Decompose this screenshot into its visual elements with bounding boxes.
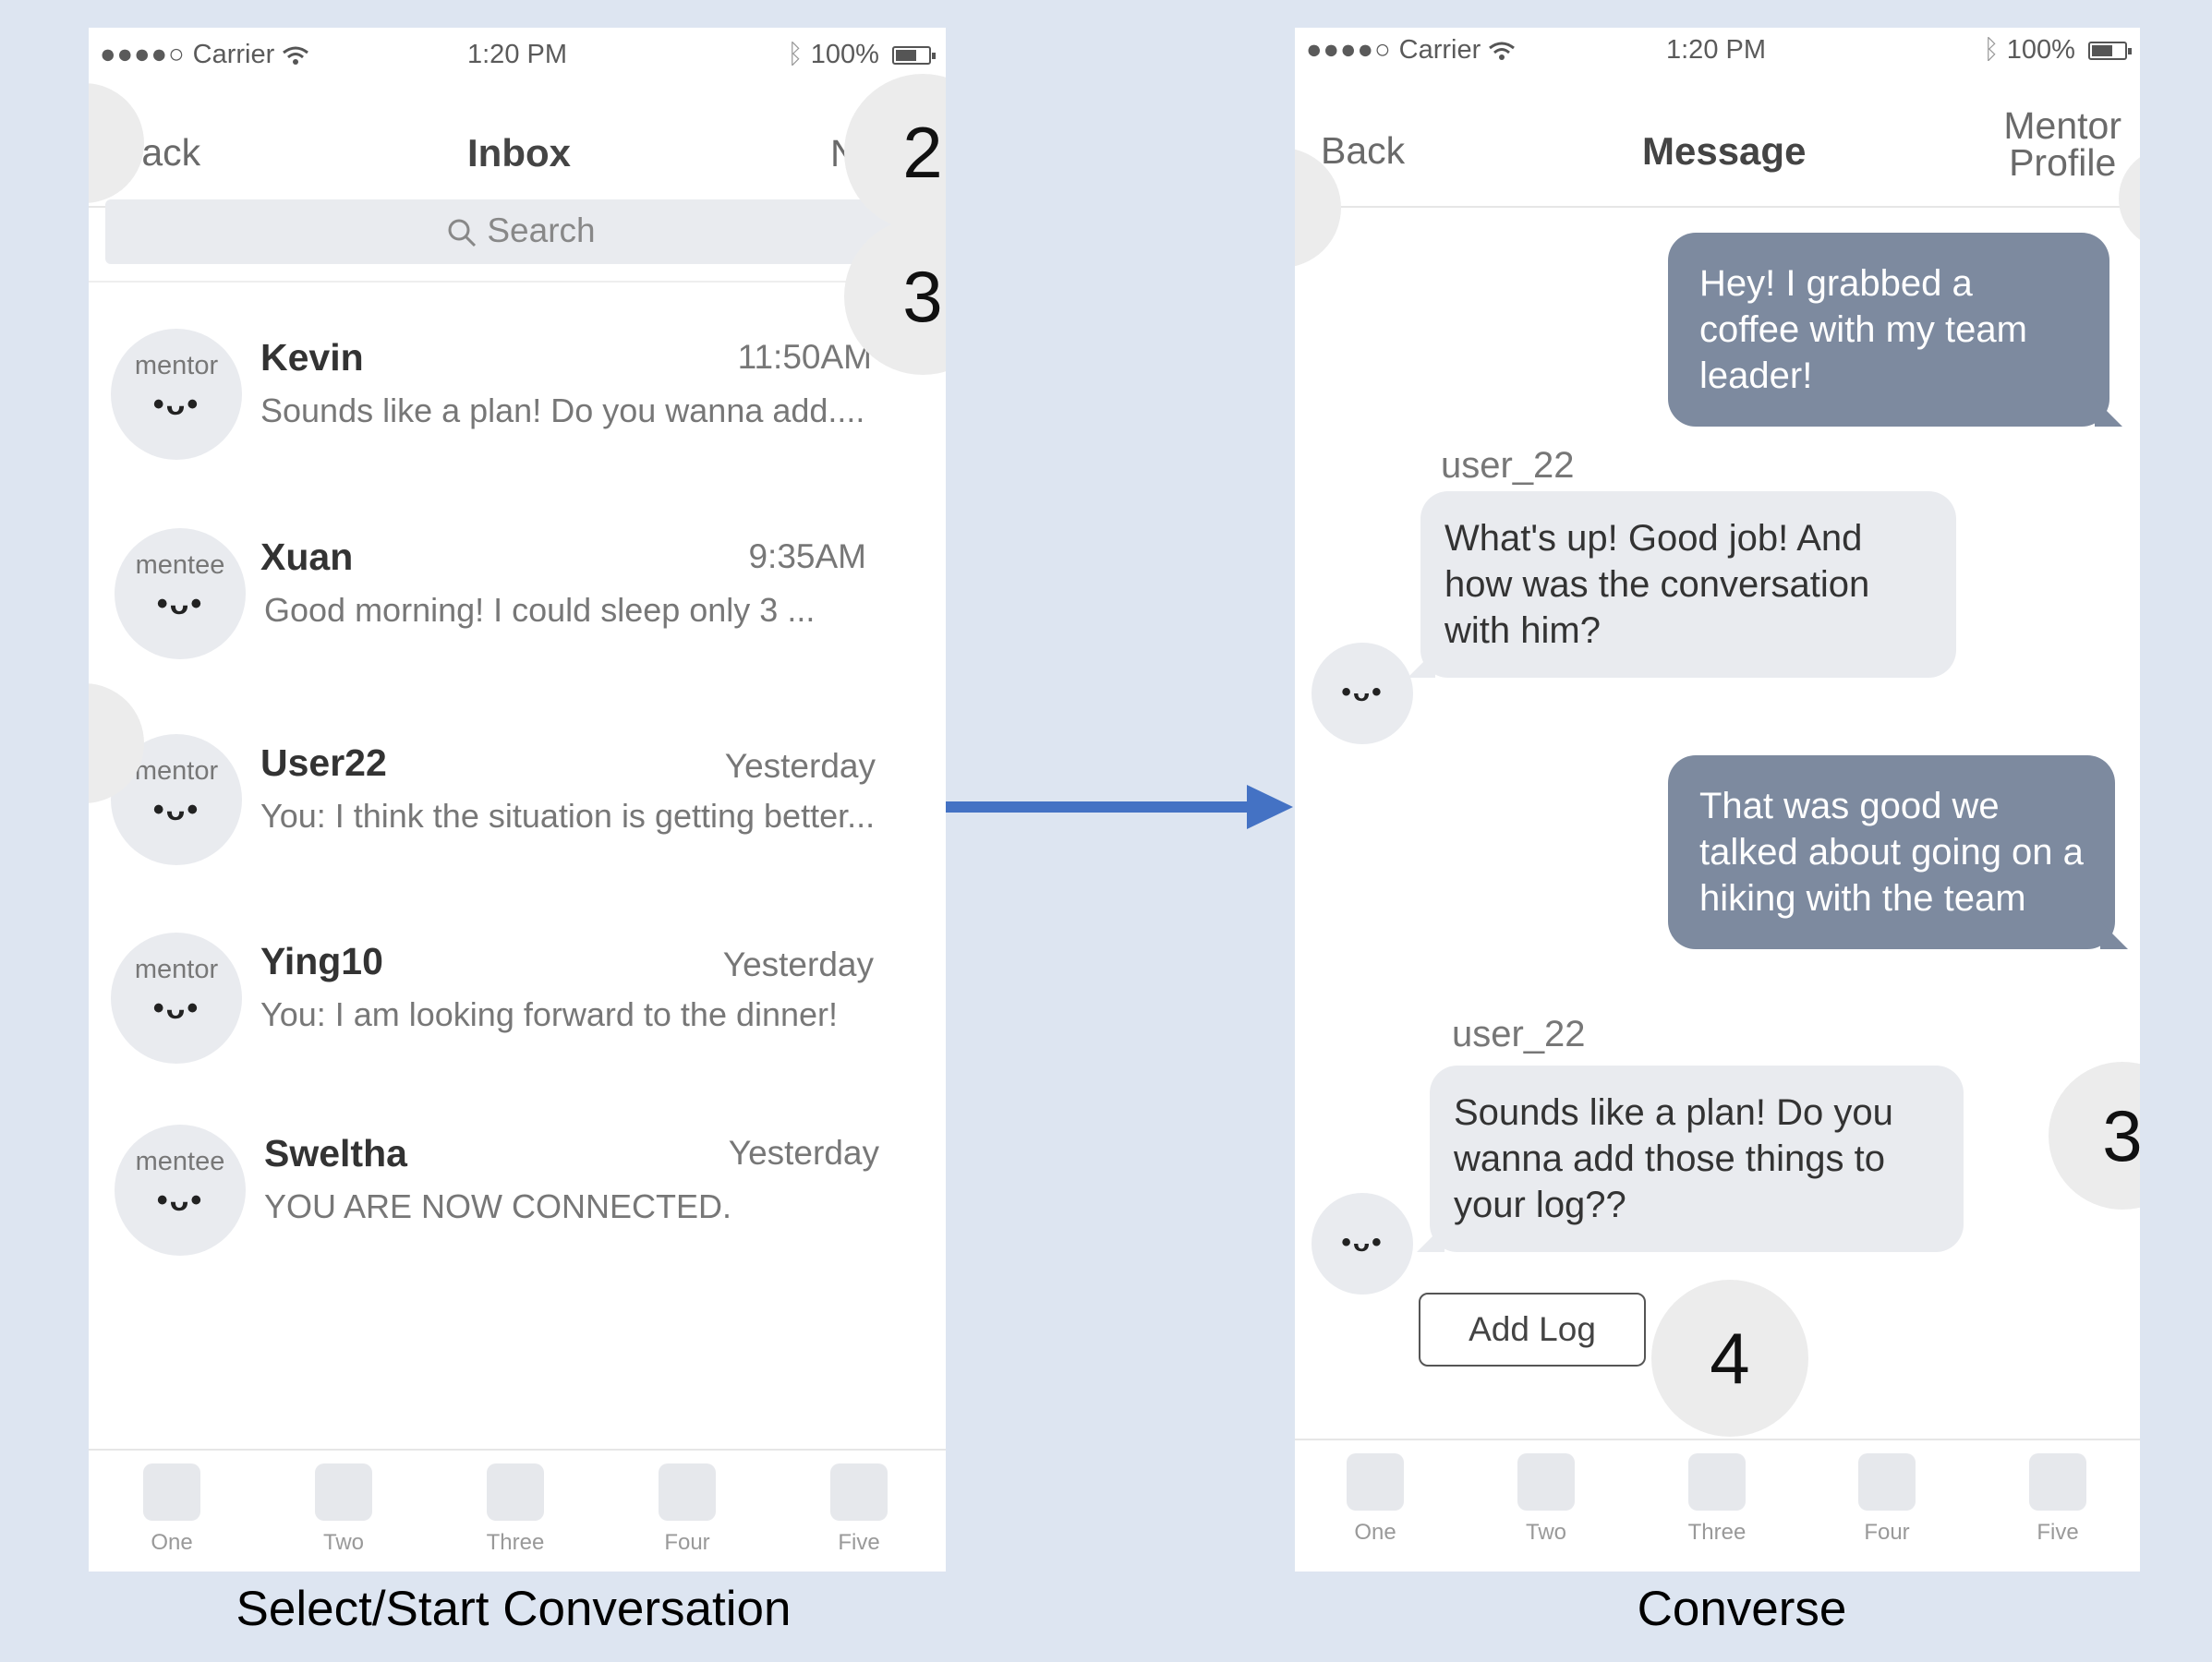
- tab-icon: [1858, 1453, 1916, 1511]
- battery-label: 100%: [2006, 35, 2075, 65]
- tab-four[interactable]: Four: [632, 1463, 743, 1556]
- caption-left: Select/Start Conversation: [236, 1582, 792, 1636]
- back-button[interactable]: Back: [1321, 129, 1405, 173]
- search-placeholder: Search: [487, 211, 596, 249]
- mentor-profile-button[interactable]: Mentor Profile: [2003, 107, 2121, 182]
- timestamp: 9:35AM: [748, 537, 866, 575]
- tab-one[interactable]: One: [1320, 1453, 1431, 1546]
- nav-bar: Back Inbox N: [89, 83, 946, 208]
- message-preview: Sounds like a plan! Do you wanna add....: [260, 391, 865, 429]
- tab-one[interactable]: One: [116, 1463, 227, 1556]
- message-preview: You: I think the situation is getting be…: [260, 797, 876, 835]
- battery-icon: [2088, 42, 2132, 61]
- search-icon: [448, 219, 477, 247]
- outgoing-message: Hey! I grabbed a coffee with my team lea…: [1668, 233, 2122, 427]
- callout-3: 3: [2049, 1062, 2140, 1210]
- face-icon: •ᴗ•: [152, 792, 200, 827]
- page-title: Inbox: [467, 131, 571, 175]
- timestamp: Yesterday: [724, 747, 876, 785]
- tab-icon: [315, 1463, 372, 1521]
- contact-name: Xuan: [260, 536, 354, 578]
- tab-icon: [1688, 1453, 1746, 1511]
- tab-icon: [659, 1463, 716, 1521]
- role-label: mentor: [134, 955, 219, 984]
- clock: 1:20 PM: [467, 40, 567, 69]
- role-label: mentee: [135, 1147, 225, 1176]
- contact-name: Kevin: [260, 336, 364, 379]
- timestamp: Yesterday: [722, 945, 874, 983]
- message-preview: You: I am looking forward to the dinner!: [260, 995, 839, 1033]
- avatar: mentor •ᴗ•: [111, 933, 242, 1064]
- wifi-icon: [1489, 42, 1516, 61]
- contact-name: User22: [260, 741, 387, 784]
- signal-icon: ●●●●○: [100, 40, 186, 69]
- battery-label: 100%: [810, 40, 879, 69]
- tab-five[interactable]: Five: [2002, 1453, 2113, 1546]
- conversation-row-ying10[interactable]: mentor •ᴗ• Ying10 Yesterday You: I am lo…: [89, 933, 946, 1080]
- incoming-message: What's up! Good job! And how was the con…: [1408, 491, 1956, 678]
- carrier-label: Carrier: [192, 40, 275, 69]
- tab-five[interactable]: Five: [804, 1463, 914, 1556]
- face-icon: •ᴗ•: [152, 387, 200, 422]
- conversation-row-user22[interactable]: mentor •ᴗ• User22 Yesterday You: I think…: [89, 734, 946, 882]
- conversation-row-xuan[interactable]: mentee •ᴗ• Xuan 9:35AM Good morning! I c…: [89, 528, 946, 676]
- signal-icon: ●●●●○: [1306, 35, 1392, 65]
- tab-icon: [487, 1463, 544, 1521]
- avatar: mentor •ᴗ•: [111, 329, 242, 460]
- inbox-screen: ●●●●○ Carrier 1:20 PM ᛒ 100% Back Inbox …: [89, 28, 946, 1572]
- tab-three[interactable]: Three: [460, 1463, 571, 1556]
- role-label: mentee: [135, 550, 225, 580]
- message-screen: ●●●●○ Carrier 1:20 PM ᛒ 100% Back Messag…: [1295, 28, 2140, 1572]
- role-label: mentor: [134, 351, 219, 380]
- face-icon: •ᴗ•: [152, 991, 200, 1026]
- bluetooth-icon: ᛒ: [1983, 35, 2000, 65]
- status-bar: ●●●●○ Carrier 1:20 PM ᛒ 100%: [1295, 28, 2140, 83]
- search-input[interactable]: Search: [105, 199, 937, 264]
- divider: [89, 281, 946, 283]
- sender-name: user_22: [1441, 445, 1575, 486]
- tab-icon: [2029, 1453, 2086, 1511]
- bluetooth-icon: ᛒ: [787, 40, 804, 69]
- message-preview: YOU ARE NOW CONNECTED.: [264, 1187, 732, 1225]
- face-icon: •ᴗ•: [156, 586, 204, 621]
- timestamp: 11:50AM: [737, 338, 872, 376]
- clock: 1:20 PM: [1666, 35, 1766, 65]
- contact-name: Ying10: [260, 940, 383, 982]
- conversation-row-kevin[interactable]: mentor •ᴗ• Kevin 11:50AM Sounds like a p…: [89, 329, 946, 476]
- incoming-message: Sounds like a plan! Do you wanna add tho…: [1417, 1066, 1964, 1252]
- avatar: mentee •ᴗ•: [115, 528, 246, 659]
- conversation-row-sweltha[interactable]: mentee •ᴗ• Sweltha Yesterday YOU ARE NOW…: [89, 1125, 946, 1272]
- carrier-label: Carrier: [1398, 35, 1481, 65]
- arrow-right-icon: [946, 785, 1293, 829]
- timestamp: Yesterday: [728, 1134, 879, 1172]
- nav-bar: Back Message Mentor Profile: [1295, 83, 2140, 208]
- sender-name: user_22: [1452, 1014, 1586, 1054]
- tab-three[interactable]: Three: [1662, 1453, 1772, 1546]
- tab-icon: [1347, 1453, 1404, 1511]
- sender-avatar: •ᴗ•: [1311, 643, 1413, 744]
- battery-icon: [892, 46, 936, 66]
- tab-icon: [830, 1463, 888, 1521]
- face-icon: •ᴗ•: [156, 1183, 204, 1218]
- callout-4: 4: [1651, 1280, 1808, 1437]
- sender-avatar: •ᴗ•: [1311, 1193, 1413, 1295]
- contact-name: Sweltha: [264, 1132, 407, 1174]
- caption-right: Converse: [1637, 1582, 1847, 1636]
- tab-four[interactable]: Four: [1831, 1453, 1942, 1546]
- tab-two[interactable]: Two: [288, 1463, 399, 1556]
- tab-bar: One Two Three Four Five: [89, 1449, 946, 1572]
- status-bar: ●●●●○ Carrier 1:20 PM ᛒ 100%: [89, 28, 946, 83]
- message-preview: Good morning! I could sleep only 3 ...: [264, 591, 816, 629]
- tab-icon: [1517, 1453, 1575, 1511]
- tab-two[interactable]: Two: [1491, 1453, 1602, 1546]
- outgoing-message: That was good we talked about going on a…: [1668, 755, 2128, 949]
- add-log-button[interactable]: Add Log: [1419, 1293, 1646, 1367]
- tab-bar: One Two Three Four Five: [1295, 1439, 2140, 1572]
- wifi-icon: [283, 46, 309, 66]
- avatar: mentee •ᴗ•: [115, 1125, 246, 1256]
- page-title: Message: [1642, 129, 1807, 173]
- tab-icon: [143, 1463, 200, 1521]
